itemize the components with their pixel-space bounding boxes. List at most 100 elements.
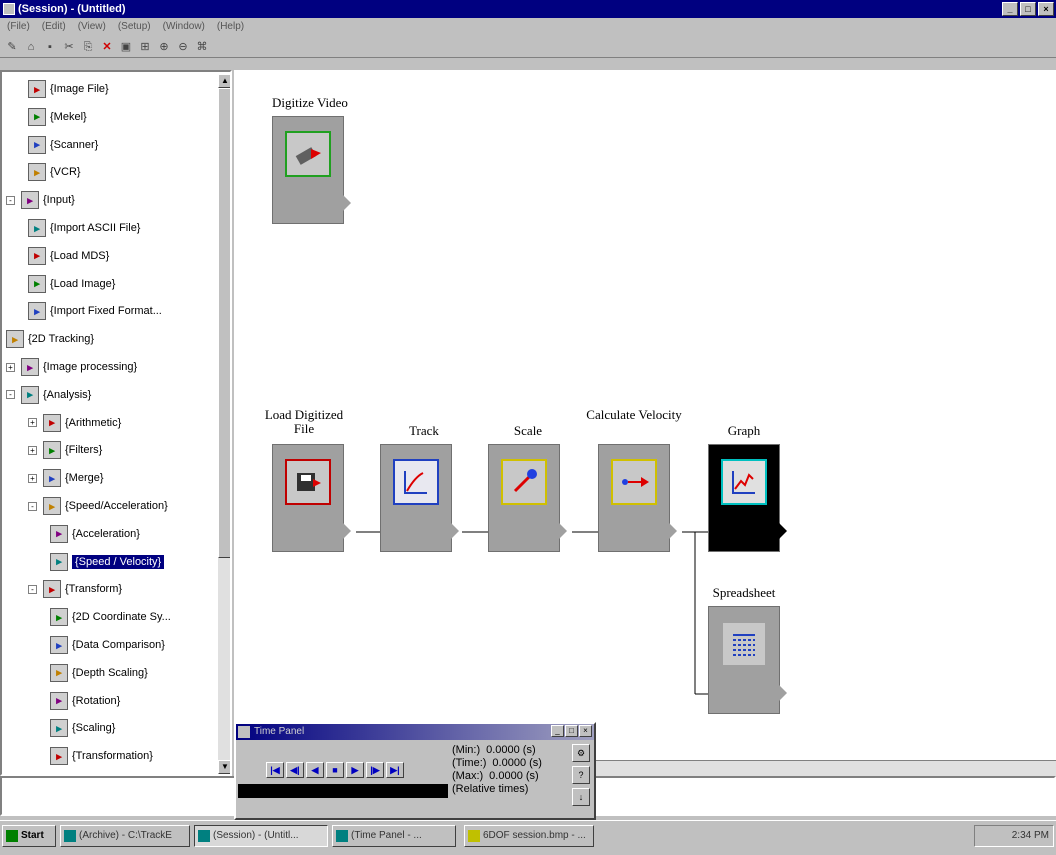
step-forward-icon[interactable]: |▶ — [366, 762, 384, 778]
delete-icon[interactable]: ✕ — [99, 39, 115, 55]
task-session[interactable]: (Session) - (Untitl... — [194, 825, 328, 847]
app-icon — [3, 3, 15, 15]
tree-item[interactable]: ▸ {2D Tracking} — [6, 326, 94, 352]
task-label: (Session) - (Untitl... — [213, 830, 299, 841]
play-back-icon[interactable]: ◀ — [306, 762, 324, 778]
scanner-icon: ▸ — [28, 135, 46, 154]
node-track[interactable] — [380, 444, 459, 552]
tree-item[interactable]: ▸ {Rotation} — [50, 688, 120, 714]
node-scale[interactable] — [488, 444, 567, 552]
expand-icon[interactable]: + — [28, 473, 37, 483]
tp-minimize-button[interactable]: _ — [551, 725, 564, 737]
tree-item-label: {2D Coordinate Sy... — [72, 611, 171, 624]
tree-item[interactable]: ▸ {Depth Scaling} — [50, 660, 148, 686]
tree-item[interactable]: - ▸ {Input} — [6, 187, 75, 213]
tree-item[interactable]: ▸ {Data Comparison} — [50, 632, 165, 658]
menu-view[interactable]: (View) — [75, 18, 109, 36]
tree-item[interactable]: ▸ {Load Image} — [28, 271, 115, 297]
last-frame-icon[interactable]: ▶| — [386, 762, 404, 778]
node-digitize-video[interactable] — [272, 116, 351, 224]
scroll-thumb[interactable] — [218, 88, 230, 558]
tree-item[interactable]: ▸ {VCR} — [28, 159, 81, 185]
open-icon[interactable]: ⌂ — [23, 39, 39, 55]
play-icon[interactable]: ▶ — [346, 762, 364, 778]
tree-item[interactable]: - ▸ {Analysis} — [6, 382, 91, 408]
node-calculate-velocity[interactable] — [598, 444, 677, 552]
tree-item[interactable]: ▸ {Image File} — [28, 76, 109, 102]
arrange-icon[interactable]: ⌘ — [194, 39, 210, 55]
close-button[interactable]: × — [1038, 2, 1054, 16]
task-time-panel[interactable]: (Time Panel - ... — [332, 825, 456, 847]
expand-icon[interactable]: + — [6, 362, 15, 372]
menu-help[interactable]: (Help) — [214, 18, 247, 36]
tree-item[interactable]: ▸ {Import Fixed Format... — [28, 298, 162, 324]
menu-edit[interactable]: (Edit) — [39, 18, 69, 36]
expand-icon[interactable]: + — [28, 418, 37, 428]
tree-item-label: {Speed / Velocity} — [72, 554, 165, 569]
zoom-fit-icon[interactable]: ⊞ — [137, 39, 153, 55]
cut-icon[interactable]: ✂ — [61, 39, 77, 55]
transformation-icon: ▸ — [50, 747, 68, 766]
time-panel-title-bar[interactable]: Time Panel _ □ × — [236, 724, 594, 740]
tree-item[interactable]: ▸ {Mekel} — [28, 104, 87, 130]
maximize-button[interactable]: □ — [1020, 2, 1036, 16]
menu-window[interactable]: (Window) — [160, 18, 208, 36]
tree-item[interactable]: + ▸ {Merge} — [28, 465, 104, 491]
step-back-icon[interactable]: ◀| — [286, 762, 304, 778]
tree-item[interactable]: ▸ {Load MDS} — [28, 243, 109, 269]
workflow-canvas[interactable]: Digitize Video Load Digitized File Track… — [234, 70, 1056, 776]
time-panel[interactable]: Time Panel _ □ × |◀ ◀| ◀ ■ ▶ |▶ ▶| (Min:… — [234, 722, 596, 820]
tree-item-label: {VCR} — [50, 166, 81, 179]
save-icon[interactable]: ▪ — [42, 39, 58, 55]
start-button[interactable]: Start — [2, 825, 56, 847]
task-archive[interactable]: (Archive) - C:\TrackE — [60, 825, 190, 847]
tree-item[interactable]: ▸ {2D Coordinate Sy... — [50, 604, 171, 630]
tp-maximize-button[interactable]: □ — [565, 725, 578, 737]
window-title-bar[interactable]: (Session) - (Untitled) _ □ × — [0, 0, 1056, 18]
scroll-up-icon[interactable]: ▲ — [218, 74, 230, 88]
tree-item[interactable]: ▸ {Import ASCII File} — [28, 215, 140, 241]
tree-item[interactable]: ▸ {Transformation} — [50, 743, 153, 769]
node-label-scale: Scale — [513, 423, 543, 438]
collapse-icon[interactable]: - — [6, 195, 15, 205]
time-slider[interactable] — [238, 784, 448, 798]
copy-icon[interactable]: ⎘ — [80, 39, 96, 55]
collapse-icon[interactable]: - — [28, 501, 37, 511]
node-spreadsheet[interactable] — [708, 606, 787, 714]
settings-icon[interactable]: ⚙ — [572, 744, 590, 762]
zoom-out-icon[interactable]: ⊖ — [175, 39, 191, 55]
minimize-button[interactable]: _ — [1002, 2, 1018, 16]
tree-item[interactable]: - ▸ {Transform} — [28, 576, 122, 602]
module-tree[interactable]: ▸ {Image File} ▸ {Mekel} ▸ {Scanner} ▸ {VCR} - ▸{… — [0, 70, 232, 776]
node-load-digitized-file[interactable] — [272, 444, 351, 552]
help-icon[interactable]: ? — [572, 766, 590, 784]
node-graph[interactable] — [708, 444, 787, 552]
pin-icon[interactable]: ↓ — [572, 788, 590, 806]
tree-scrollbar[interactable]: ▲ ▼ — [218, 74, 230, 774]
scroll-down-icon[interactable]: ▼ — [218, 760, 230, 774]
toolbar: ✎ ⌂ ▪ ✂ ⎘ ✕ ▣ ⊞ ⊕ ⊖ ⌘ — [0, 36, 1056, 58]
tp-close-button[interactable]: × — [579, 725, 592, 737]
tree-item[interactable]: + ▸ {Arithmetic} — [28, 410, 121, 436]
tree-item-label: {Acceleration} — [72, 527, 140, 540]
tree-item[interactable]: ▸ {Acceleration} — [50, 521, 140, 547]
stop-icon[interactable]: ■ — [326, 762, 344, 778]
menu-setup[interactable]: (Setup) — [115, 18, 154, 36]
tree-item-label: {Input} — [43, 194, 75, 207]
expand-icon[interactable]: + — [28, 445, 37, 455]
menu-file[interactable]: (File) — [4, 18, 33, 36]
collapse-icon[interactable]: - — [6, 390, 15, 400]
properties-icon[interactable]: ▣ — [118, 39, 134, 55]
task-paint[interactable]: 6DOF session.bmp - ... — [464, 825, 594, 847]
tree-item[interactable]: + ▸ {Image processing} — [6, 354, 137, 380]
relative-times-label: (Relative times) — [452, 783, 529, 795]
first-frame-icon[interactable]: |◀ — [266, 762, 284, 778]
tree-item[interactable]: ▸ {Scanner} — [28, 132, 98, 158]
tree-item[interactable]: + ▸ {Filters} — [28, 437, 102, 463]
collapse-icon[interactable]: - — [28, 584, 37, 594]
tree-item[interactable]: ▸ {Scaling} — [50, 715, 115, 741]
zoom-in-icon[interactable]: ⊕ — [156, 39, 172, 55]
new-icon[interactable]: ✎ — [4, 39, 20, 55]
tree-item[interactable]: - ▸ {Speed/Acceleration} — [28, 493, 168, 519]
tree-item[interactable]: ▸ {Speed / Velocity} — [50, 549, 165, 575]
